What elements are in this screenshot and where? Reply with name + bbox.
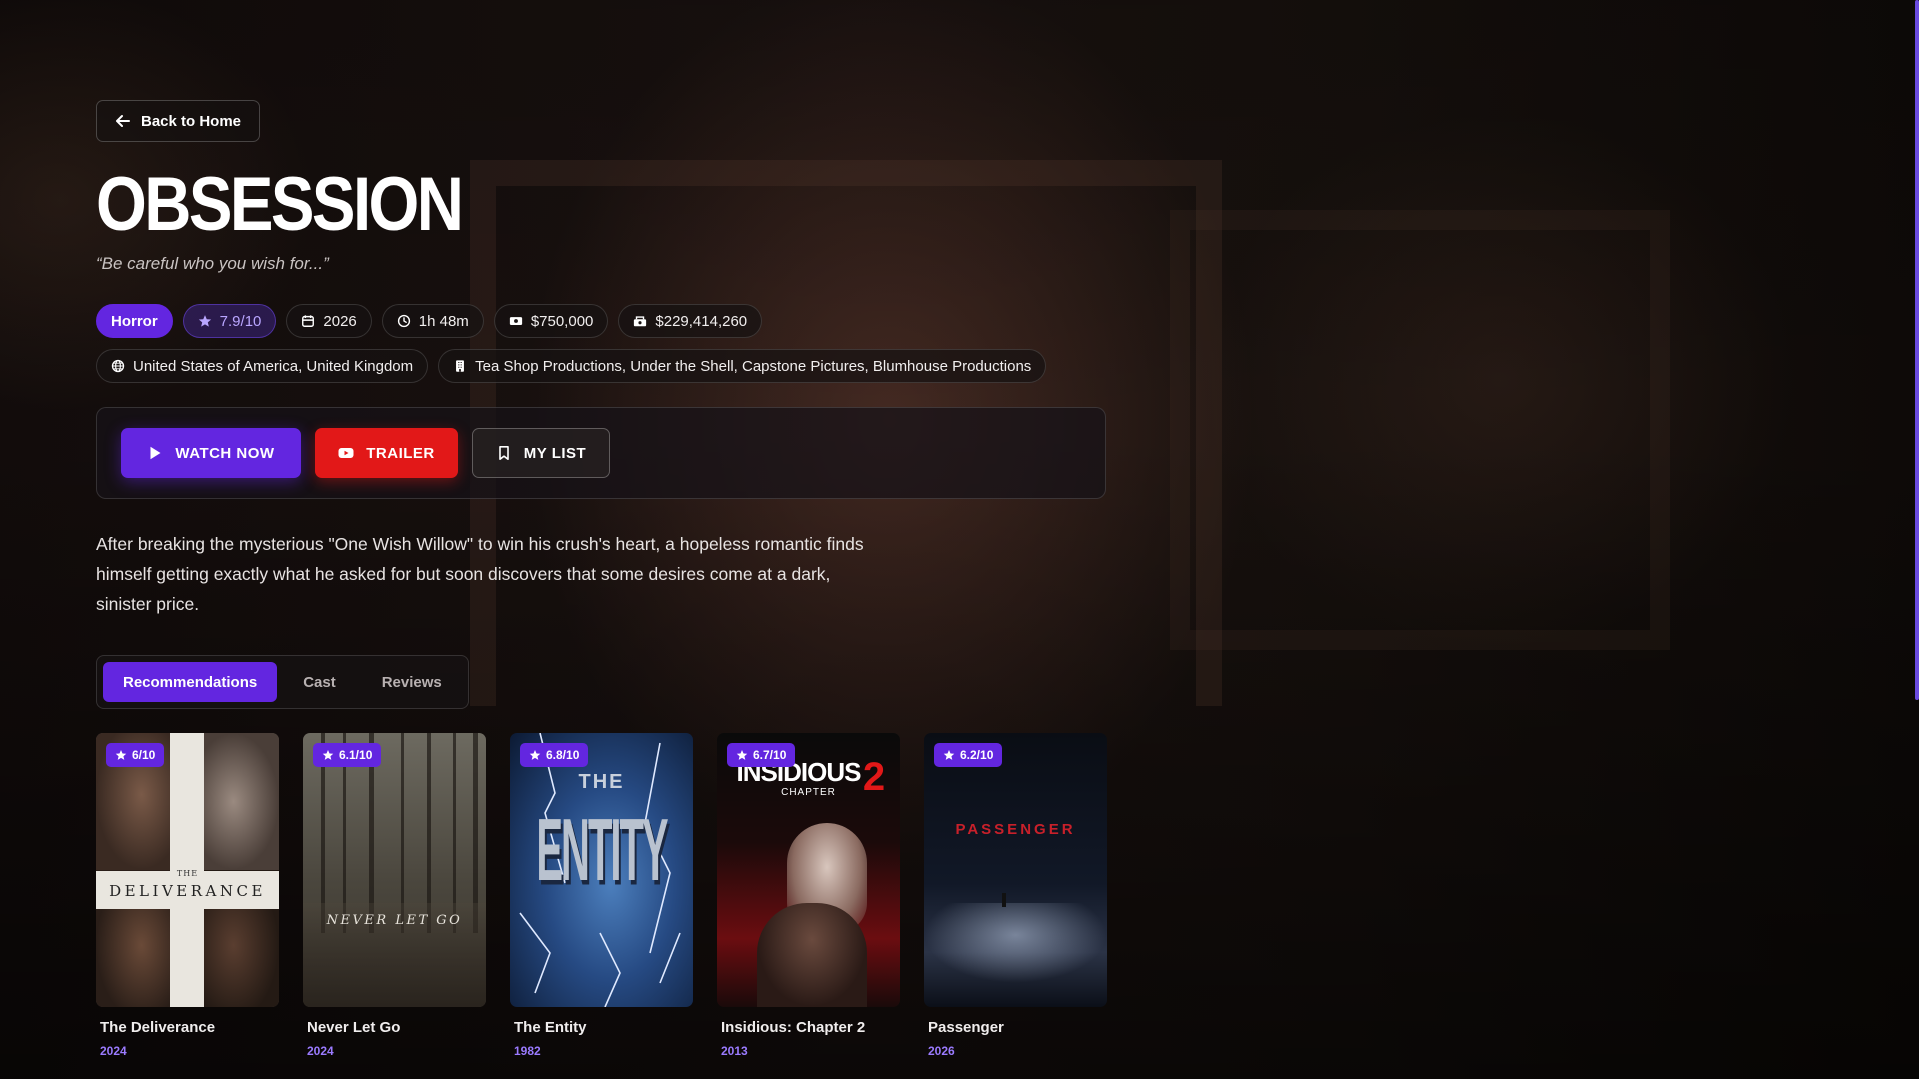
revenue-badge: $229,414,260 bbox=[618, 304, 763, 338]
bookmark-icon bbox=[498, 446, 509, 460]
star-icon bbox=[529, 750, 541, 760]
money-icon bbox=[509, 317, 522, 325]
page-scrollbar[interactable] bbox=[1915, 0, 1919, 700]
arrow-left-icon bbox=[116, 115, 130, 127]
rating-value: 6.7/10 bbox=[753, 748, 787, 762]
backdrop-frame-decoration-2 bbox=[1170, 210, 1670, 650]
card-title[interactable]: The Deliverance bbox=[96, 1019, 279, 1036]
building-icon bbox=[456, 360, 465, 372]
watch-now-button[interactable]: WATCH NOW bbox=[121, 428, 301, 478]
budget-value: $750,000 bbox=[530, 312, 594, 330]
play-icon bbox=[150, 446, 161, 460]
rating-value: 6/10 bbox=[132, 748, 156, 762]
rating-value: 6.8/10 bbox=[546, 748, 580, 762]
star-icon bbox=[943, 750, 955, 760]
my-list-label: MY LIST bbox=[523, 444, 587, 462]
rating-badge: 6.7/10 bbox=[727, 743, 796, 767]
year-badge: 2026 bbox=[286, 304, 372, 338]
recommendations-list: THE DELIVERANCE 6/10 The Deliverance 202… bbox=[96, 733, 1107, 1058]
revenue-value: $229,414,260 bbox=[655, 312, 748, 330]
year-value: 2026 bbox=[323, 312, 357, 330]
movie-overview: After breaking the mysterious "One Wish … bbox=[96, 534, 864, 614]
movie-poster[interactable]: THE ENTITY 6.8/10 bbox=[510, 733, 693, 1007]
movie-poster[interactable]: THE DELIVERANCE 6/10 bbox=[96, 733, 279, 1007]
poster-title-text: DELIVERANCE bbox=[109, 882, 266, 900]
movie-production-row: United States of America, United Kingdom… bbox=[96, 349, 1106, 383]
card-year: 2024 bbox=[100, 1044, 127, 1058]
star-icon bbox=[115, 750, 127, 760]
recommendation-card[interactable]: INSIDIOUS CHAPTER 2 6.7/10 Insidious: Ch… bbox=[717, 733, 900, 1058]
countries-value: United States of America, United Kingdom bbox=[133, 357, 414, 375]
rating-badge: 6.1/10 bbox=[313, 743, 382, 767]
rating-value: 6.2/10 bbox=[960, 748, 994, 762]
poster-number: 2 bbox=[862, 755, 886, 799]
revenue-icon bbox=[634, 316, 647, 327]
recommendation-card[interactable]: PASSENGER 6.2/10 Passenger 2026 bbox=[924, 733, 1107, 1058]
tab-reviews[interactable]: Reviews bbox=[362, 662, 462, 702]
star-icon bbox=[736, 750, 748, 760]
rating-badge: 7.9/10 bbox=[182, 304, 277, 338]
card-title[interactable]: Never Let Go bbox=[303, 1019, 486, 1036]
action-bar: WATCH NOW TRAILER MY LIST bbox=[96, 407, 1106, 499]
tab-cast[interactable]: Cast bbox=[283, 662, 356, 702]
recommendation-card[interactable]: THE DELIVERANCE 6/10 The Deliverance 202… bbox=[96, 733, 279, 1058]
recommendation-card[interactable]: NEVER LET GO 6.1/10 Never Let Go 2024 bbox=[303, 733, 486, 1058]
movie-poster[interactable]: PASSENGER 6.2/10 bbox=[924, 733, 1107, 1007]
calendar-icon bbox=[302, 315, 315, 327]
poster-subtitle: THE bbox=[578, 771, 625, 793]
poster-title-text: PASSENGER bbox=[955, 821, 1076, 838]
card-year: 2013 bbox=[721, 1044, 748, 1058]
star-icon bbox=[198, 315, 211, 327]
genre-badge[interactable]: Horror bbox=[96, 304, 173, 338]
clock-icon bbox=[397, 314, 410, 328]
movie-detail: Back to Home OBSESSION “Be careful who y… bbox=[96, 100, 1107, 1058]
youtube-icon bbox=[338, 448, 354, 458]
detail-tabs: Recommendations Cast Reviews bbox=[96, 655, 469, 709]
card-year: 1982 bbox=[514, 1044, 541, 1058]
card-year: 2026 bbox=[928, 1044, 955, 1058]
card-year: 2024 bbox=[307, 1044, 334, 1058]
poster-title-text: NEVER LET GO bbox=[326, 913, 463, 928]
rating-value: 6.1/10 bbox=[339, 748, 373, 762]
movie-meta-row: Horror 7.9/10 2026 1h 48m $750,000 $229,… bbox=[96, 304, 1106, 338]
rating-badge: 6.8/10 bbox=[520, 743, 589, 767]
my-list-button[interactable]: MY LIST bbox=[472, 428, 610, 478]
companies-badge: Tea Shop Productions, Under the Shell, C… bbox=[438, 349, 1047, 383]
genre-label: Horror bbox=[111, 312, 158, 330]
watch-now-label: WATCH NOW bbox=[175, 444, 275, 462]
card-title[interactable]: Insidious: Chapter 2 bbox=[717, 1019, 900, 1036]
movie-poster[interactable]: NEVER LET GO 6.1/10 bbox=[303, 733, 486, 1007]
poster-title-text: ENTITY bbox=[536, 803, 668, 900]
back-to-home-label: Back to Home bbox=[141, 112, 242, 130]
trailer-label: TRAILER bbox=[366, 444, 435, 462]
trailer-button[interactable]: TRAILER bbox=[315, 428, 458, 478]
runtime-badge: 1h 48m bbox=[381, 304, 484, 338]
companies-value: Tea Shop Productions, Under the Shell, C… bbox=[475, 357, 1032, 375]
globe-icon bbox=[111, 359, 125, 373]
runtime-value: 1h 48m bbox=[418, 312, 469, 330]
back-to-home-button[interactable]: Back to Home bbox=[96, 100, 261, 142]
tab-recommendations[interactable]: Recommendations bbox=[103, 662, 278, 702]
poster-subtitle: THE bbox=[176, 869, 199, 878]
rating-badge: 6/10 bbox=[106, 743, 165, 767]
card-title[interactable]: Passenger bbox=[924, 1019, 1107, 1036]
star-icon bbox=[322, 750, 334, 760]
card-title[interactable]: The Entity bbox=[510, 1019, 693, 1036]
movie-title: OBSESSION bbox=[96, 162, 464, 247]
rating-value: 7.9/10 bbox=[219, 312, 262, 330]
recommendation-card[interactable]: THE ENTITY 6.8/10 The Entity 1982 bbox=[510, 733, 693, 1058]
countries-badge: United States of America, United Kingdom bbox=[96, 349, 429, 383]
movie-tagline: “Be careful who you wish for...” bbox=[96, 254, 329, 273]
rating-badge: 6.2/10 bbox=[934, 743, 1003, 767]
budget-badge: $750,000 bbox=[493, 304, 609, 338]
movie-poster[interactable]: INSIDIOUS CHAPTER 2 6.7/10 bbox=[717, 733, 900, 1007]
